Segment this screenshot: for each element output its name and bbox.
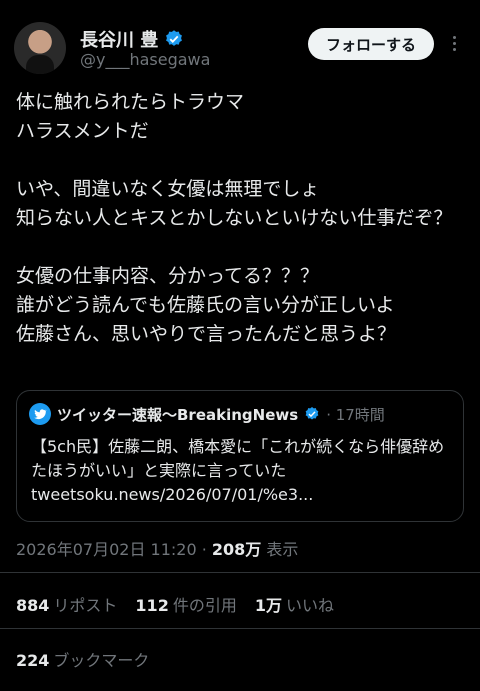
author-name-row: 長谷川 豊 <box>80 26 184 52</box>
view-count: 208万 <box>211 540 262 559</box>
more-options-icon[interactable] <box>450 36 458 54</box>
repost-count: 884 <box>16 596 50 615</box>
verified-badge-icon <box>166 30 183 46</box>
divider <box>0 628 480 629</box>
quoted-tweet-header: ツイッター速報〜BreakingNews · 17時間 <box>29 403 385 425</box>
author-name[interactable]: 長谷川 豊 <box>80 26 158 52</box>
tweet-text: 体に触れられたらトラウマ ハラスメントだ いや、間違いなく女優は無理でしょ 知ら… <box>16 91 453 345</box>
like-count: 1万 <box>254 596 282 615</box>
quoted-author-avatar <box>29 403 51 425</box>
quote-label: 件の引用 <box>172 596 237 615</box>
repost-stat[interactable]: 884 リポスト <box>16 592 117 616</box>
divider <box>0 572 480 573</box>
like-stat[interactable]: 1万 いいね <box>255 592 334 616</box>
quoted-tweet[interactable]: ツイッター速報〜BreakingNews · 17時間 【5ch民】佐藤二朗、橋… <box>16 390 464 522</box>
follow-button[interactable]: フォローする <box>308 28 434 60</box>
repost-label: リポスト <box>53 596 118 615</box>
quoted-tweet-body: 【5ch民】佐藤二朗、橋本愛に「これが続くなら俳優辞めたほうがいい」と実際に言っ… <box>31 437 445 480</box>
quoted-author-name[interactable]: ツイッター速報〜BreakingNews <box>57 404 298 425</box>
bookmark-count: 224 <box>16 651 50 670</box>
view-label: 表示 <box>266 540 299 559</box>
quoted-tweet-time: · 17時間 <box>326 405 385 424</box>
author-handle[interactable]: @y___hasegawa <box>80 50 210 69</box>
author-avatar[interactable] <box>14 22 66 74</box>
tweet-stats: 884 リポスト 112 件の引用 1万 いいね <box>16 592 334 616</box>
quoted-verified-badge-icon <box>305 407 319 420</box>
quoted-tweet-link[interactable]: tweetsoku.news/2026/07/01/%e3... <box>31 485 313 504</box>
quoted-tweet-text: 【5ch民】佐藤二朗、橋本愛に「これが続くなら俳優辞めたほうがいい」と実際に言っ… <box>31 435 451 507</box>
tweet-header: 長谷川 豊 @y___hasegawa フォローする <box>14 22 466 76</box>
tweet-datetime[interactable]: 2026年07月02日 11:20 <box>16 540 197 559</box>
quote-stat[interactable]: 112 件の引用 <box>135 592 236 616</box>
bird-icon <box>34 409 47 420</box>
bookmark-label: ブックマーク <box>53 651 150 670</box>
bookmark-stat[interactable]: 224 ブックマーク <box>16 647 149 671</box>
tweet-timestamp: 2026年07月02日 11:20 · 208万 表示 <box>16 540 299 559</box>
quote-count: 112 <box>135 596 169 615</box>
like-label: いいね <box>285 596 334 615</box>
